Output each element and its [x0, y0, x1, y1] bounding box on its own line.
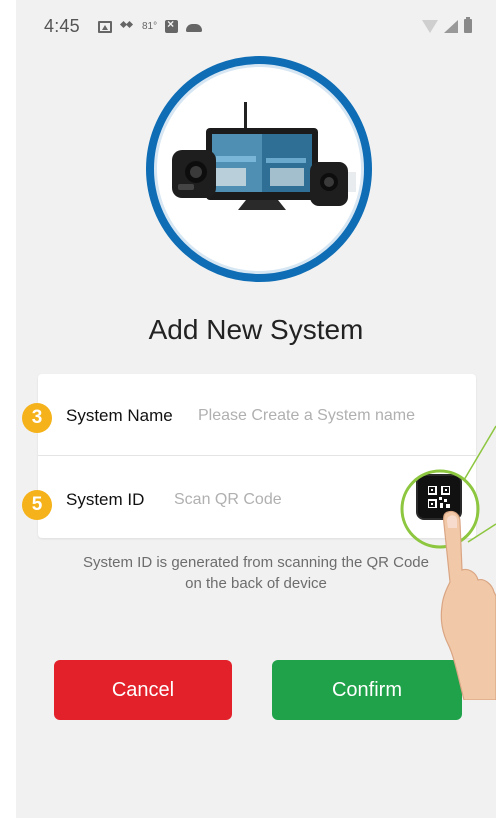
- system-id-input[interactable]: Scan QR Code: [174, 491, 282, 509]
- step-badge-3: 3: [22, 403, 52, 433]
- status-icons-right: [422, 17, 472, 33]
- cancel-button[interactable]: Cancel: [54, 660, 232, 720]
- product-image-circle: [146, 56, 372, 282]
- dropbox-icon: [120, 21, 134, 33]
- camera-system-image: [172, 102, 356, 210]
- status-bar: 4:45 81°: [16, 0, 496, 46]
- image-icon: [98, 20, 112, 33]
- notification-box-icon: [165, 17, 179, 33]
- phone-screen: 4:45 81° × Add New System System Name Pl…: [16, 0, 496, 818]
- status-time: 4:45: [44, 16, 80, 36]
- system-name-label: System Name: [66, 406, 173, 425]
- system-id-label: System ID: [66, 490, 145, 509]
- signal-icon: [444, 20, 458, 33]
- step-badge-5: 5: [22, 490, 52, 520]
- pointing-hand-illustration: [400, 425, 496, 700]
- page-title: Add New System: [148, 314, 364, 345]
- battery-icon: [464, 17, 472, 33]
- wifi-icon: [422, 20, 438, 33]
- system-name-input[interactable]: Please Create a System name: [198, 407, 415, 425]
- status-icons-left: 81°: [98, 17, 203, 33]
- temperature-text: 81°: [142, 21, 158, 32]
- cloud-icon: [186, 23, 203, 32]
